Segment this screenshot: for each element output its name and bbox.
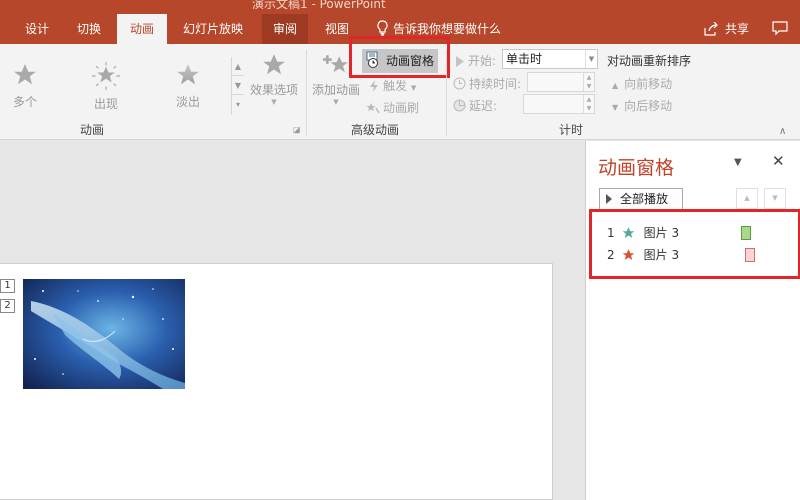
gallery-more-icon[interactable]: ▾ (232, 95, 244, 114)
clock-icon (453, 77, 466, 90)
gallery-down-icon[interactable]: ▼ (232, 76, 244, 95)
tab-review[interactable]: 审阅 (262, 14, 308, 44)
animation-painter-button[interactable]: 动画刷 (366, 99, 419, 116)
pane-options-icon[interactable]: ▼ (734, 157, 742, 168)
start-label: 开始: (455, 52, 496, 69)
animation-pane-title: 动画窗格 (598, 157, 675, 179)
tab-animations[interactable]: 动画 (117, 14, 167, 44)
dropdown-arrow-icon: ▼ (271, 98, 277, 106)
comment-icon[interactable] (772, 21, 788, 39)
move-up-icon[interactable]: ▲ (736, 188, 758, 209)
tell-me-text: 告诉我你想要做什么 (393, 22, 502, 36)
group-label-advanced: 高级动画 (351, 123, 400, 137)
dropdown-arrow-icon: ▼ (333, 98, 339, 106)
play-all-button[interactable]: 全部播放 (599, 188, 683, 210)
animation-pane: 动画窗格 ▼ ✕ 全部播放 ▲ ▼ 1 图片 3 2 图片 3 (585, 141, 800, 500)
group-label-timing: 计时 (559, 123, 584, 137)
gallery-label: 多个 (12, 95, 37, 109)
duration-field[interactable]: ▲ ▼ (527, 72, 595, 92)
delay-field[interactable]: ▲ ▼ (523, 94, 595, 114)
collapse-ribbon-icon[interactable]: ∧ (779, 126, 786, 137)
tab-slideshow[interactable]: 幻灯片放映 (172, 14, 254, 44)
gallery-scroll[interactable]: ▲ ▼ ▾ (231, 57, 244, 115)
start-value: 单击时 (506, 52, 543, 66)
move-later-button[interactable]: ▼ 向后移动 (612, 97, 672, 114)
gallery-label: 淡出 (175, 95, 200, 109)
gallery-item-appear[interactable]: 出现 (81, 62, 131, 112)
reorder-title: 对动画重新排序 (607, 54, 692, 68)
animation-tag[interactable]: 1 (0, 279, 15, 293)
up-arrow-icon: ▲ (612, 81, 619, 90)
animation-painter-label: 动画刷 (383, 101, 420, 115)
share-icon (704, 21, 718, 36)
tab-transitions[interactable]: 切换 (68, 14, 110, 44)
gallery-up-icon[interactable]: ▲ (232, 57, 244, 76)
move-earlier-button[interactable]: ▲ 向前移动 (612, 75, 672, 92)
star-icon (177, 64, 199, 85)
exit-star-icon (622, 249, 635, 260)
animation-tag[interactable]: 2 (0, 299, 15, 313)
play-all-label: 全部播放 (620, 192, 669, 206)
add-star-icon (323, 55, 348, 73)
effect-options-button[interactable]: 效果选项 ▼ (247, 52, 301, 106)
window-title: 演示文稿1 - PowerPoint (252, 0, 386, 11)
painter-star-icon (366, 103, 380, 114)
animation-list-item[interactable]: 1 图片 3 (607, 223, 679, 243)
group-separator (446, 50, 447, 136)
play-icon (456, 56, 464, 67)
burst-star-icon (92, 62, 120, 90)
star-icon (14, 64, 36, 85)
tab-design[interactable]: 设计 (16, 14, 58, 44)
add-animation-label: 添加动画 (311, 83, 360, 97)
group-label-animation: 动画 (80, 123, 105, 137)
dropdown-arrow-icon: ▼ (585, 50, 597, 68)
animation-list-item[interactable]: 2 图片 3 (607, 245, 679, 265)
share-button[interactable]: 共享 (703, 14, 749, 44)
start-dropdown[interactable]: 单击时 ▼ (502, 49, 598, 69)
entrance-star-icon (622, 227, 635, 238)
duration-label: 持续时间: (453, 75, 521, 92)
animation-item-name: 图片 3 (643, 248, 680, 262)
timing-bar[interactable] (745, 248, 755, 262)
whale-picture[interactable] (23, 279, 185, 389)
timing-bar[interactable] (741, 226, 751, 240)
duration-spinner[interactable]: ▲ ▼ (583, 73, 594, 91)
close-icon[interactable]: ✕ (772, 152, 785, 170)
gallery-item-multiple[interactable]: 多个 (0, 62, 50, 110)
lightning-icon (370, 80, 378, 92)
effect-options-label: 效果选项 (249, 83, 298, 97)
dialog-launcher-icon[interactable]: ◪ (293, 125, 301, 134)
gallery-label: 出现 (93, 97, 118, 111)
title-bar: 演示文稿1 - PowerPoint (0, 0, 800, 14)
move-down-icon[interactable]: ▼ (764, 188, 786, 209)
delay-spinner[interactable]: ▲ ▼ (583, 95, 594, 113)
highlight-box-animation-pane (349, 36, 450, 78)
trigger-button[interactable]: 触发 ▼ (368, 77, 416, 94)
down-arrow-icon: ▼ (612, 103, 619, 112)
animation-item-name: 图片 3 (643, 226, 680, 240)
star-icon (263, 54, 285, 75)
delay-label: 延迟: (453, 97, 497, 114)
lightbulb-icon (377, 20, 388, 36)
ribbon: 多个 出现 淡出 ▲ ▼ ▾ 效果选项 ▼ ◪ 动画 添加动画 ▼ 动画窗格 触… (0, 36, 800, 140)
highlight-box-animation-list (589, 209, 800, 279)
gallery-item-fade[interactable]: 淡出 (163, 62, 213, 110)
delay-clock-icon (453, 99, 466, 112)
group-separator (306, 50, 307, 136)
trigger-label: 触发 (383, 79, 408, 93)
share-label: 共享 (725, 22, 750, 36)
play-icon (606, 194, 612, 204)
